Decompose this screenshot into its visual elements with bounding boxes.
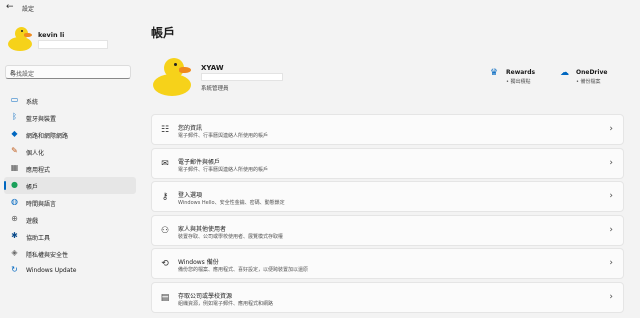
gamepad-icon: ⊕ [11, 214, 18, 223]
settings-card-5[interactable]: ▤ 存取公司或學校資源 組織資源，例如電子郵件、應用程式和網路 › [151, 281, 624, 313]
globe-clock-icon: ◍ [11, 197, 18, 206]
display-icon: ▭ [10, 95, 19, 104]
card-title: 您的資訊 [178, 125, 203, 132]
your-info-icon: ☷ [160, 125, 170, 135]
sidebar-item-10[interactable]: ↻ Windows Update [4, 262, 136, 279]
card-title: 家人與其他使用者 [178, 225, 227, 233]
update-icon: ↻ [11, 265, 18, 274]
rewards-tile[interactable]: ♛ Rewards • 獨出積點 [490, 68, 550, 88]
redacted-account-email [201, 73, 283, 81]
card-subtitle: 電子郵件、行事曆與連絡人所使用的帳戶 [178, 133, 269, 139]
sidebar-item-label: 個人化 [26, 150, 45, 157]
account-name: XYAW [201, 64, 224, 72]
accessibility-icon: ✱ [11, 231, 18, 240]
wifi-icon: ◆ [11, 129, 18, 138]
chevron-right-icon: › [609, 191, 613, 201]
sidebar-item-9[interactable]: ◈ 隱私權與安全性 [4, 245, 136, 262]
sidebar-item-label: 時間與語言 [26, 201, 57, 208]
key-icon: ⚷ [161, 192, 169, 202]
sidebar-item-label: 隱私權與安全性 [26, 252, 69, 259]
sidebar-item-1[interactable]: ᛒ 藍牙與裝置 [4, 109, 136, 126]
rewards-icon: ♛ [490, 68, 499, 78]
sidebar-item-5[interactable]: ● 帳戶 [4, 177, 136, 194]
avatar[interactable] [6, 24, 34, 52]
apps-icon: ▦ [10, 163, 19, 172]
search-icon: ⌕ [10, 67, 15, 76]
sidebar-item-2[interactable]: ◆ 網路和網際網路 [4, 126, 136, 143]
sidebar-item-0[interactable]: ▭ 系統 [4, 92, 136, 109]
brush-icon: ✎ [11, 146, 18, 155]
sidebar-item-label: 網路和網際網路 [26, 133, 69, 140]
sidebar-item-label: 協助工具 [26, 235, 51, 242]
sidebar-item-label: 系統 [26, 99, 39, 106]
chevron-right-icon: › [609, 291, 613, 302]
card-title: Windows 備份 [178, 259, 219, 266]
family-icon: ⚇ [160, 225, 170, 236]
page-title: 帳戶 [151, 26, 176, 40]
mail-icon: ✉ [161, 158, 169, 169]
sidebar-nav: ▭ 系統 ᛒ 藍牙與裝置 ◆ 網路和網際網路 ✎ 個人化 ▦ 應用程式 ● 帳戶 ◍ 時間與語言 ⊕ 遊戲 ✱ 協… [4, 92, 136, 279]
onedrive-tile[interactable]: ☁ OneDrive • 備份檔案 [560, 68, 624, 88]
sidebar-item-label: Windows Update [26, 267, 77, 274]
sidebar-item-6[interactable]: ◍ 時間與語言 [4, 194, 136, 211]
briefcase-icon: ▤ [160, 292, 170, 303]
card-title: 登入選項 [178, 192, 203, 199]
card-subtitle: Windows Hello、安全性金鑰、密碼、動態鎖定 [178, 200, 285, 206]
settings-cards: ☷ 您的資訊 電子郵件、行事曆與連絡人所使用的帳戶 › ✉ 電子郵件與帳戶 電子郵件、行事曆… [151, 114, 624, 315]
chevron-right-icon: › [609, 224, 613, 235]
card-subtitle: 組織資源，例如電子郵件、應用程式和網路 [178, 300, 274, 307]
rewards-subtitle: • 獨出積點 [506, 79, 531, 85]
rewards-title: Rewards [506, 69, 536, 76]
person-icon: ● [11, 180, 18, 189]
settings-card-1[interactable]: ✉ 電子郵件與帳戶 電子郵件、行事曆與連絡人所使用的帳戶 › [151, 147, 624, 179]
settings-card-0[interactable]: ☷ 您的資訊 電子郵件、行事曆與連絡人所使用的帳戶 › [151, 114, 624, 145]
sidebar-item-label: 應用程式 [26, 167, 51, 174]
account-role: 系統管理員 [201, 86, 229, 92]
card-subtitle: 備份您的檔案、應用程式、喜好設定，以便跨裝置加以還原 [178, 267, 309, 273]
search-input[interactable]: 尋找設定 ⌕ [5, 65, 131, 79]
chevron-right-icon: › [609, 157, 613, 168]
card-title: 存取公司或學校資源 [178, 292, 233, 300]
settings-card-2[interactable]: ⚷ 登入選項 Windows Hello、安全性金鑰、密碼、動態鎖定 › [151, 181, 624, 212]
sidebar-item-3[interactable]: ✎ 個人化 [4, 143, 136, 160]
onedrive-subtitle: • 備份檔案 [576, 79, 601, 85]
sidebar-item-8[interactable]: ✱ 協助工具 [4, 228, 136, 245]
shield-icon: ◈ [11, 248, 18, 257]
sidebar-item-7[interactable]: ⊕ 遊戲 [4, 211, 136, 228]
onedrive-title: OneDrive [576, 69, 608, 76]
sidebar-item-label: 帳戶 [26, 184, 39, 191]
chevron-right-icon: › [609, 124, 613, 134]
account-avatar[interactable] [150, 54, 194, 98]
settings-card-3[interactable]: ⚇ 家人與其他使用者 裝置存取、公司或學校使用者、展覽模式存取權 › [151, 214, 624, 246]
settings-card-4[interactable]: ⟲ Windows 備份 備份您的檔案、應用程式、喜好設定，以便跨裝置加以還原 › [151, 248, 624, 279]
onedrive-icon: ☁ [560, 68, 569, 78]
card-subtitle: 電子郵件、行事曆與連絡人所使用的帳戶 [178, 166, 269, 173]
bluetooth-icon: ᛒ [12, 112, 17, 121]
redacted-email [38, 40, 108, 49]
user-name: kevin li [38, 31, 65, 39]
chevron-right-icon: › [609, 258, 613, 268]
sidebar-item-4[interactable]: ▦ 應用程式 [4, 160, 136, 177]
card-subtitle: 裝置存取、公司或學校使用者、展覽模式存取權 [178, 233, 284, 240]
sidebar-item-label: 遊戲 [26, 218, 39, 225]
back-arrow-icon[interactable]: ← [6, 2, 14, 12]
title-bar: ← 設定 [0, 0, 640, 16]
backup-icon: ⟲ [161, 259, 169, 269]
app-title: 設定 [22, 6, 35, 13]
card-title: 電子郵件與帳戶 [178, 158, 221, 166]
sidebar-item-label: 藍牙與裝置 [26, 116, 57, 123]
